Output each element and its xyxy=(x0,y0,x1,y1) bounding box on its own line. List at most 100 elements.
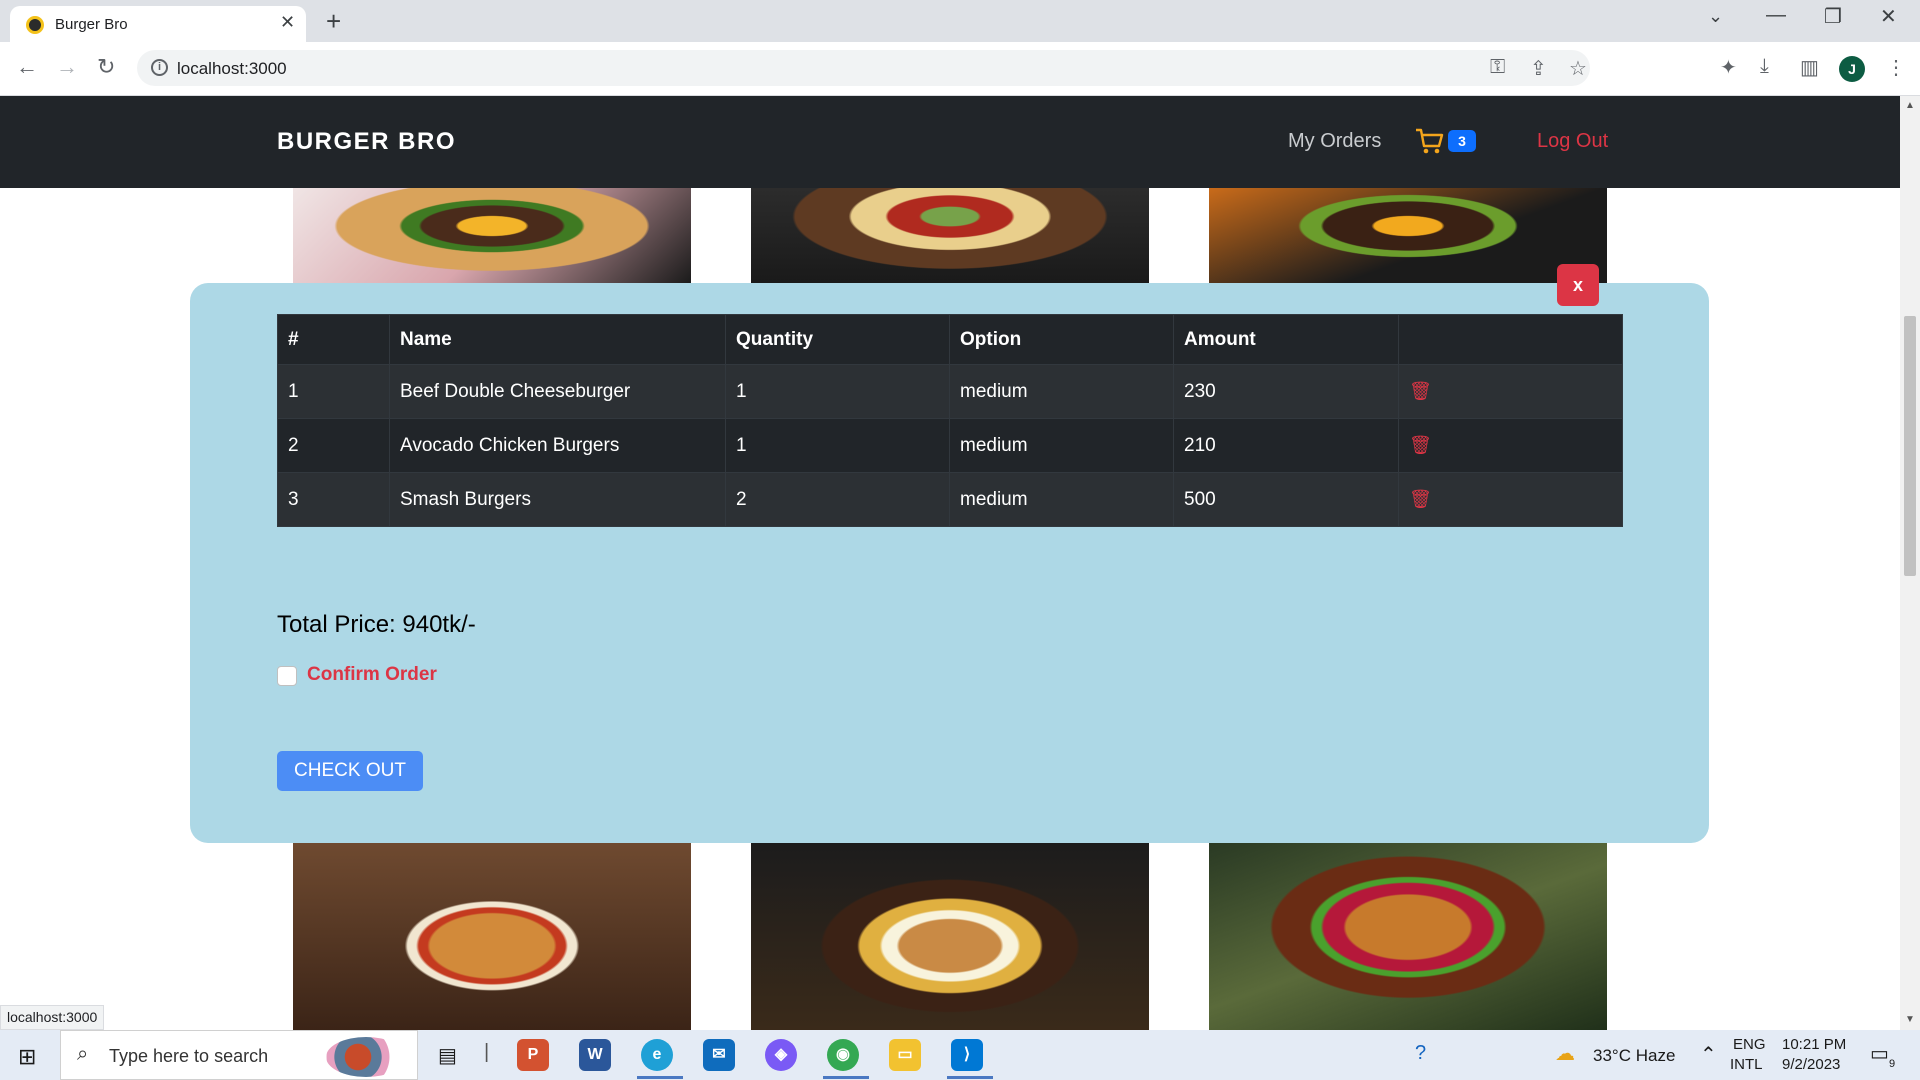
teams-icon[interactable]: ◈ xyxy=(765,1039,797,1071)
row-option: medium xyxy=(949,472,1174,527)
powerpoint-icon[interactable]: P xyxy=(517,1039,549,1071)
clock-date[interactable]: 9/2/2023 xyxy=(1782,1056,1840,1073)
row-quantity: 1 xyxy=(725,418,950,473)
header-amount: Amount xyxy=(1173,314,1399,365)
windows-taskbar: ⊞ ⌕ Type here to search ▤ | P W e ✉ ◈ ◉ … xyxy=(0,1030,1920,1080)
row-name: Avocado Chicken Burgers xyxy=(389,418,726,473)
help-icon[interactable]: ? xyxy=(1415,1042,1426,1065)
total-price: Total Price: 940tk/- xyxy=(277,611,476,638)
side-panel-icon[interactable]: ▥ xyxy=(1800,55,1819,80)
header-option: Option xyxy=(949,314,1174,365)
header-quantity: Quantity xyxy=(725,314,950,365)
delete-trash-icon[interactable]: 🗑 xyxy=(1409,489,1432,509)
tab-search-icon[interactable]: ⌄ xyxy=(1708,6,1723,27)
row-number: 1 xyxy=(277,364,390,419)
profile-avatar[interactable]: J xyxy=(1839,56,1865,82)
search-placeholder[interactable]: Type here to search xyxy=(109,1046,268,1067)
scroll-down-icon[interactable]: ▼ xyxy=(1905,1014,1915,1025)
row-name: Beef Double Cheeseburger xyxy=(389,364,726,419)
product-image[interactable] xyxy=(1209,843,1607,1030)
vscode-icon[interactable]: ⟩ xyxy=(951,1039,983,1071)
weather-icon[interactable]: ☁ xyxy=(1555,1041,1575,1066)
extensions-icon[interactable]: ✦ xyxy=(1720,55,1737,80)
tab-close-icon[interactable]: ✕ xyxy=(280,12,295,33)
site-navbar: BURGER BRO My Orders 3 Log Out xyxy=(0,96,1900,188)
row-quantity: 2 xyxy=(725,472,950,527)
back-icon[interactable]: ← xyxy=(16,54,38,80)
table-header-row: # Name Quantity Option Amount xyxy=(277,314,1623,365)
browser-menu-icon[interactable]: ⋮ xyxy=(1886,55,1906,80)
product-image[interactable] xyxy=(751,843,1149,1030)
row-actions: 🗑 xyxy=(1398,418,1623,473)
delete-trash-icon[interactable]: 🗑 xyxy=(1409,381,1432,401)
language-bottom[interactable]: INTL xyxy=(1730,1056,1763,1073)
url-text[interactable]: localhost:3000 xyxy=(177,59,287,79)
mail-icon[interactable]: ✉ xyxy=(703,1039,735,1071)
restore-icon[interactable]: ❐ xyxy=(1824,4,1842,29)
taskbar-search[interactable]: ⌕ Type here to search xyxy=(60,1030,418,1080)
search-highlight-image xyxy=(326,1037,406,1077)
row-actions: 🗑 xyxy=(1398,364,1623,419)
page-viewport: BURGER BRO My Orders 3 Log Out # Name Qu… xyxy=(0,96,1920,1030)
clock-time[interactable]: 10:21 PM xyxy=(1782,1036,1846,1053)
bookmark-star-icon[interactable]: ☆ xyxy=(1569,56,1587,81)
scroll-up-icon[interactable]: ▲ xyxy=(1905,100,1915,111)
forward-icon[interactable]: → xyxy=(56,54,78,80)
cart-modal: # Name Quantity Option Amount 1 Beef Dou… xyxy=(190,283,1709,843)
brand-logo[interactable]: BURGER BRO xyxy=(277,128,456,156)
product-image[interactable] xyxy=(1209,188,1607,283)
modal-close-button[interactable]: x xyxy=(1557,264,1599,306)
confirm-order-label[interactable]: Confirm Order xyxy=(307,664,437,686)
edge-icon[interactable]: e xyxy=(641,1039,673,1071)
site-favicon-icon xyxy=(26,16,44,34)
row-option: medium xyxy=(949,418,1174,473)
cart-icon[interactable] xyxy=(1414,126,1444,156)
file-explorer-icon[interactable]: ▭ xyxy=(889,1039,921,1071)
row-amount: 210 xyxy=(1173,418,1399,473)
windows-start-icon[interactable]: ⊞ xyxy=(18,1044,36,1070)
row-quantity: 1 xyxy=(725,364,950,419)
browser-tabstrip: Burger Bro ✕ + ⌄ — ❐ ✕ xyxy=(0,0,1920,42)
download-icon[interactable]: ⤓ xyxy=(1760,55,1769,78)
weather-text[interactable]: 33°C Haze xyxy=(1593,1046,1675,1066)
edge-active-indicator xyxy=(637,1076,683,1079)
minimize-icon[interactable]: — xyxy=(1766,4,1786,27)
reload-icon[interactable]: ↻ xyxy=(97,54,115,80)
cart-count-badge[interactable]: 3 xyxy=(1448,130,1476,152)
share-icon[interactable]: ⇪ xyxy=(1530,56,1547,81)
site-info-icon[interactable]: i xyxy=(151,59,168,76)
header-number: # xyxy=(277,314,390,365)
new-tab-button[interactable]: + xyxy=(326,6,341,37)
task-view-icon[interactable]: ▤ xyxy=(438,1043,457,1068)
password-key-icon[interactable]: ⚿ xyxy=(1490,56,1505,79)
checkout-button[interactable]: CHECK OUT xyxy=(277,751,423,791)
tray-overflow-icon[interactable]: ⌃ xyxy=(1700,1042,1717,1067)
window-close-icon[interactable]: ✕ xyxy=(1880,4,1897,29)
confirm-order-checkbox[interactable] xyxy=(277,666,297,686)
browser-tab[interactable]: Burger Bro ✕ xyxy=(10,6,306,42)
row-actions: 🗑 xyxy=(1398,472,1623,527)
tab-title: Burger Bro xyxy=(55,16,128,33)
page-scrollbar[interactable]: ▲ ▼ xyxy=(1900,96,1920,1030)
cart-table: # Name Quantity Option Amount 1 Beef Dou… xyxy=(277,314,1623,527)
row-amount: 230 xyxy=(1173,364,1399,419)
chrome-icon[interactable]: ◉ xyxy=(827,1039,859,1071)
logout-link[interactable]: Log Out xyxy=(1537,130,1608,153)
notification-icon[interactable]: ▭ xyxy=(1870,1041,1889,1066)
language-top[interactable]: ENG xyxy=(1733,1036,1766,1053)
row-option: medium xyxy=(949,364,1174,419)
row-name: Smash Burgers xyxy=(389,472,726,527)
status-bar-url: localhost:3000 xyxy=(0,1005,105,1030)
search-icon: ⌕ xyxy=(77,1043,89,1065)
product-image[interactable] xyxy=(293,188,691,283)
scroll-thumb[interactable] xyxy=(1904,316,1916,576)
product-image[interactable] xyxy=(293,843,691,1030)
delete-trash-icon[interactable]: 🗑 xyxy=(1409,435,1432,455)
address-bar[interactable]: i localhost:3000 ⚿ ⇪ ☆ xyxy=(137,50,1590,86)
product-image[interactable] xyxy=(751,188,1149,283)
my-orders-link[interactable]: My Orders xyxy=(1288,130,1381,153)
row-amount: 500 xyxy=(1173,472,1399,527)
chrome-active-indicator xyxy=(823,1076,869,1079)
word-icon[interactable]: W xyxy=(579,1039,611,1071)
table-row: 1 Beef Double Cheeseburger 1 medium 230 … xyxy=(277,364,1623,419)
